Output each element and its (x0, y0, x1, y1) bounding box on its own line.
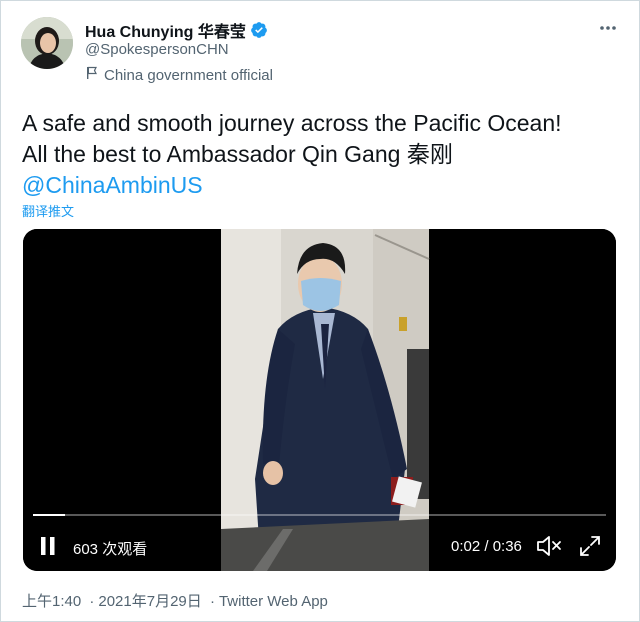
mention-link[interactable]: @ChinaAmbinUS (22, 170, 622, 201)
avatar[interactable] (21, 17, 73, 69)
account-label: China government official (85, 66, 273, 84)
translate-tweet-link[interactable]: 翻译推文 (22, 201, 74, 220)
separator: · (209, 593, 215, 610)
pause-icon[interactable] (39, 536, 57, 556)
video-progress-fill (33, 514, 65, 516)
account-label-text: China government official (104, 66, 273, 84)
video-frame (23, 229, 616, 571)
view-count: 603 次观看 (73, 541, 148, 558)
author-name-text[interactable]: Hua Chunying 华春莹 (85, 18, 246, 42)
separator: · (89, 593, 95, 610)
video-progress-bar[interactable] (33, 514, 606, 516)
fullscreen-icon[interactable] (579, 535, 601, 557)
volume-muted-icon[interactable] (536, 535, 562, 557)
flag-icon (85, 66, 99, 84)
video-time: 0:02 / 0:36 (451, 538, 522, 555)
tweet-date[interactable]: 2021年7月29日 (98, 593, 201, 610)
tweet-card: Hua Chunying 华春莹 @SpokespersonCHN China … (0, 0, 640, 622)
author-handle[interactable]: @SpokespersonCHN (85, 41, 229, 58)
tweet-time[interactable]: 上午1:40 (22, 593, 81, 610)
video-player[interactable]: 603 次观看 0:02 / 0:36 (23, 229, 616, 571)
tweet-text-line: A safe and smooth journey across the Pac… (22, 110, 562, 136)
tweet-footer: 上午1:40 · 2021年7月29日 · Twitter Web App (22, 590, 328, 611)
verified-badge-icon (250, 21, 268, 39)
tweet-source[interactable]: Twitter Web App (219, 593, 328, 610)
more-icon[interactable] (599, 15, 617, 36)
tweet-text: A safe and smooth journey across the Pac… (22, 108, 622, 201)
tweet-text-line: All the best to Ambassador Qin Gang 秦刚 (22, 141, 453, 167)
author-name[interactable]: Hua Chunying 华春莹 (85, 18, 268, 42)
